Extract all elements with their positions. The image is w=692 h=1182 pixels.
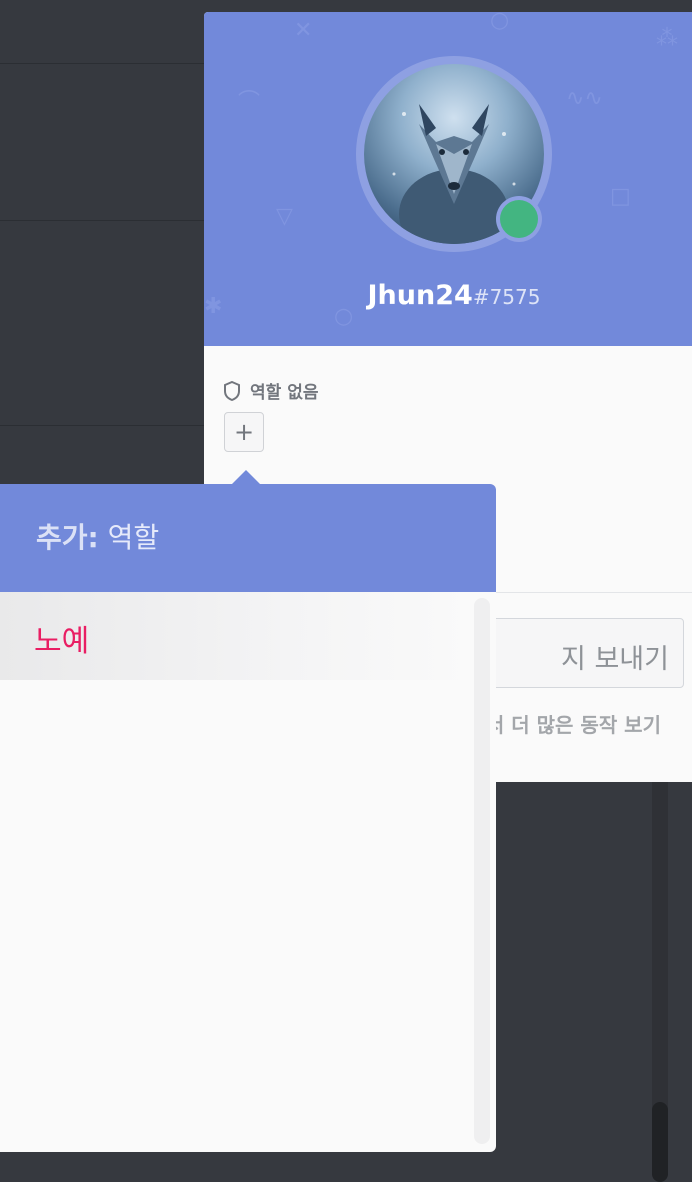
roles-section-header: 역할 없음 <box>224 378 318 403</box>
decorative-shape-icon: ⌒ <box>238 90 261 115</box>
add-role-button[interactable]: + <box>224 412 264 452</box>
popout-scrollbar[interactable] <box>474 598 490 1144</box>
profile-name: Jhun24#7575 <box>204 280 692 311</box>
decorative-shape-icon: □ <box>610 184 631 209</box>
username: Jhun24 <box>367 280 473 311</box>
popout-header: 추가: 역할 <box>0 484 496 592</box>
add-role-popout: 추가: 역할 노예 <box>0 484 496 1152</box>
popout-title: 추가: 역할 <box>36 516 159 556</box>
decorative-shape-icon: ▽ <box>276 204 293 229</box>
popout-title-prefix: 추가: <box>36 521 99 554</box>
decorative-shape-icon: ⁂ <box>656 26 678 51</box>
discriminator: #7575 <box>472 285 541 309</box>
profile-header: ✕ ○ ⁂ ⌒ ∿∿ □ ▽ ✱ ○ Jhun24#7575 <box>204 12 692 346</box>
decorative-shape-icon: ✕ <box>294 18 313 43</box>
popout-title-text: 역할 <box>107 521 160 554</box>
decorative-shape-icon: ○ <box>490 12 510 33</box>
background-divider <box>0 220 210 221</box>
role-option[interactable]: 노예 <box>0 592 474 680</box>
plus-icon: + <box>233 418 255 446</box>
background-divider <box>0 425 210 426</box>
shield-icon <box>224 380 240 401</box>
role-name: 노예 <box>34 624 90 659</box>
background-divider <box>0 63 210 64</box>
message-placeholder: 지 보내기 <box>561 644 669 675</box>
chat-scrollbar-thumb[interactable] <box>652 1102 668 1182</box>
decorative-shape-icon: ∿∿ <box>566 86 603 111</box>
roles-label: 역할 없음 <box>250 383 319 403</box>
online-status-icon <box>500 200 538 238</box>
